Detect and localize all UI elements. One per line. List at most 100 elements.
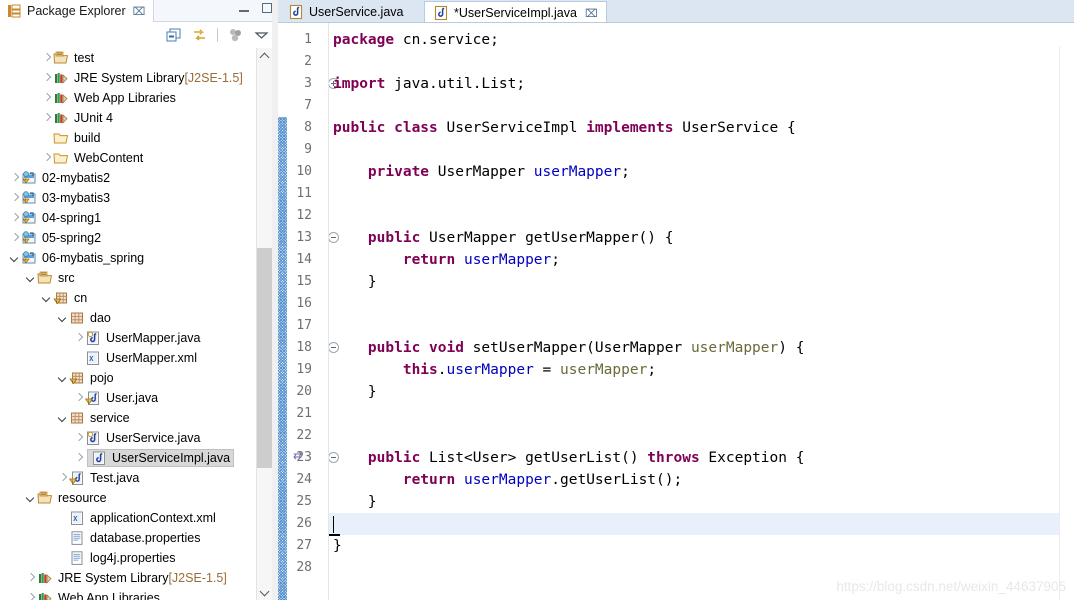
editor-tab-userservice-java[interactable]: UserService.java — [280, 1, 412, 23]
tree-item-05-spring2[interactable]: ! 05-spring2 — [0, 228, 256, 248]
tree-item-build[interactable]: build — [0, 128, 256, 148]
chevron-right-icon[interactable] — [24, 572, 37, 585]
tab-package-explorer[interactable]: Package Explorer ⌧ — [0, 0, 155, 22]
svg-text:!: ! — [72, 379, 73, 384]
chevron-right-icon[interactable] — [72, 432, 85, 445]
tree-item-content: JRE System Library [J2SE-1.5] — [53, 70, 243, 86]
line-number: 19 — [296, 362, 312, 377]
tree-item-log4j-properties[interactable]: log4j.properties — [0, 548, 256, 568]
minimize-view-button[interactable] — [238, 2, 251, 15]
tree-item-usermapper-xml[interactable]: X UserMapper.xml — [0, 348, 256, 368]
tree-vertical-scrollbar[interactable] — [256, 48, 272, 600]
code-token: public void — [367, 340, 464, 356]
chevron-right-icon[interactable] — [72, 392, 85, 405]
chevron-right-icon[interactable] — [40, 72, 53, 85]
tree-item-label: dao — [90, 311, 111, 325]
chevron-right-icon[interactable] — [72, 332, 85, 345]
folder-icon — [53, 150, 69, 166]
tree-item-webcontent[interactable]: WebContent — [0, 148, 256, 168]
line-number: 7 — [304, 98, 312, 113]
tree-item-jre-system-library[interactable]: JRE System Library [J2SE-1.5] — [0, 568, 256, 588]
tree-item-cn[interactable]: ! cn — [0, 288, 256, 308]
tree-item-web-app-libraries[interactable]: Web App Libraries — [0, 588, 256, 600]
chevron-down-icon[interactable] — [40, 292, 53, 305]
focus-on-active-task-icon[interactable] — [227, 27, 244, 44]
code-token: ; — [647, 362, 657, 378]
code-token: } — [333, 494, 377, 510]
tree-item-junit-4[interactable]: JUnit 4 — [0, 108, 256, 128]
close-icon[interactable]: ⌧ — [133, 5, 146, 18]
tree-item-03-mybatis3[interactable]: ! 03-mybatis3 — [0, 188, 256, 208]
tree-item-label: 05-spring2 — [42, 231, 102, 245]
tree-item-web-app-libraries[interactable]: Web App Libraries — [0, 88, 256, 108]
chevron-right-icon[interactable] — [24, 592, 37, 600]
tree-item-label: src — [58, 271, 75, 285]
code-token: public — [367, 450, 421, 466]
code-token: = — [533, 362, 561, 378]
java-file-icon — [433, 5, 449, 21]
chevron-right-icon[interactable] — [8, 172, 21, 185]
tree-item-02-mybatis2[interactable]: ! 02-mybatis2 — [0, 168, 256, 188]
chevron-down-icon[interactable] — [56, 312, 69, 325]
chevron-down-icon[interactable] — [8, 252, 21, 265]
tree-item-service[interactable]: service — [0, 408, 256, 428]
code-token: import — [333, 76, 386, 92]
tree-item-test-java[interactable]: ! Test.java — [0, 468, 256, 488]
line-number: 27 — [296, 538, 312, 553]
xml-file-icon: X — [69, 510, 85, 526]
line-number: 11 — [296, 186, 312, 201]
chevron-right-icon[interactable] — [72, 452, 85, 465]
chevron-right-icon[interactable] — [40, 92, 53, 105]
scroll-up-icon[interactable] — [257, 48, 272, 63]
chevron-right-icon[interactable] — [8, 232, 21, 245]
tree-item-content: src — [37, 270, 75, 286]
chevron-down-icon[interactable] — [24, 492, 37, 505]
project-tree[interactable]: test JRE System Library [J2SE-1.5] Web App… — [0, 48, 278, 600]
tree-item-dao[interactable]: dao — [0, 308, 256, 328]
tree-scroller[interactable]: test JRE System Library [J2SE-1.5] Web App… — [0, 48, 256, 600]
tree-item-test[interactable]: test — [0, 48, 256, 68]
collapse-all-icon[interactable] — [165, 27, 182, 44]
overview-ruler[interactable] — [1059, 46, 1074, 600]
tree-item-06-mybatis-spring[interactable]: ! 06-mybatis_spring — [0, 248, 256, 268]
scrollbar-thumb[interactable] — [257, 248, 272, 468]
tree-item-resource[interactable]: resource — [0, 488, 256, 508]
tree-item-content: database.properties — [69, 530, 201, 546]
close-icon[interactable]: ⌧ — [585, 7, 598, 20]
chevron-down-icon[interactable] — [56, 372, 69, 385]
tree-item-userserviceimpl-java[interactable]: UserServiceImpl.java — [0, 448, 256, 468]
chevron-down-icon[interactable] — [253, 27, 270, 44]
svg-text:!: ! — [25, 179, 26, 185]
tree-item-04-spring1[interactable]: ! 04-spring1 — [0, 208, 256, 228]
tree-item-content: test — [53, 50, 94, 66]
tree-item-usermapper-java[interactable]: UserMapper.java — [0, 328, 256, 348]
library-icon — [37, 570, 53, 586]
scroll-down-icon[interactable] — [257, 585, 272, 600]
editor-tab-userserviceimpl-java[interactable]: *UserServiceImpl.java ⌧ — [424, 1, 607, 24]
tree-item-label: Web App Libraries — [74, 91, 176, 105]
chevron-down-icon[interactable] — [24, 272, 37, 285]
code-text-area[interactable]: package cn.service; import java.util.List… — [329, 23, 1074, 600]
tree-item-jre-system-library[interactable]: JRE System Library [J2SE-1.5] — [0, 68, 256, 88]
chevron-right-icon[interactable] — [8, 212, 21, 225]
tree-item-label: UserMapper.xml — [106, 351, 197, 365]
tree-item-database-properties[interactable]: database.properties — [0, 528, 256, 548]
tree-item-pojo[interactable]: ! pojo — [0, 368, 256, 388]
chevron-right-icon[interactable] — [40, 52, 53, 65]
tree-item-applicationcontext-xml[interactable]: XapplicationContext.xml — [0, 508, 256, 528]
chevron-down-icon[interactable] — [56, 412, 69, 425]
chevron-right-icon[interactable] — [40, 152, 53, 165]
class-warn-file-icon: ! — [84, 390, 101, 406]
tree-item-user-java[interactable]: ! User.java — [0, 388, 256, 408]
chevron-right-icon[interactable] — [8, 192, 21, 205]
tree-item-src[interactable]: src — [0, 268, 256, 288]
tree-item-userservice-java[interactable]: UserService.java — [0, 428, 256, 448]
chevron-right-icon[interactable] — [40, 112, 53, 125]
link-with-editor-icon[interactable] — [191, 27, 208, 44]
chevron-right-icon[interactable] — [56, 472, 69, 485]
